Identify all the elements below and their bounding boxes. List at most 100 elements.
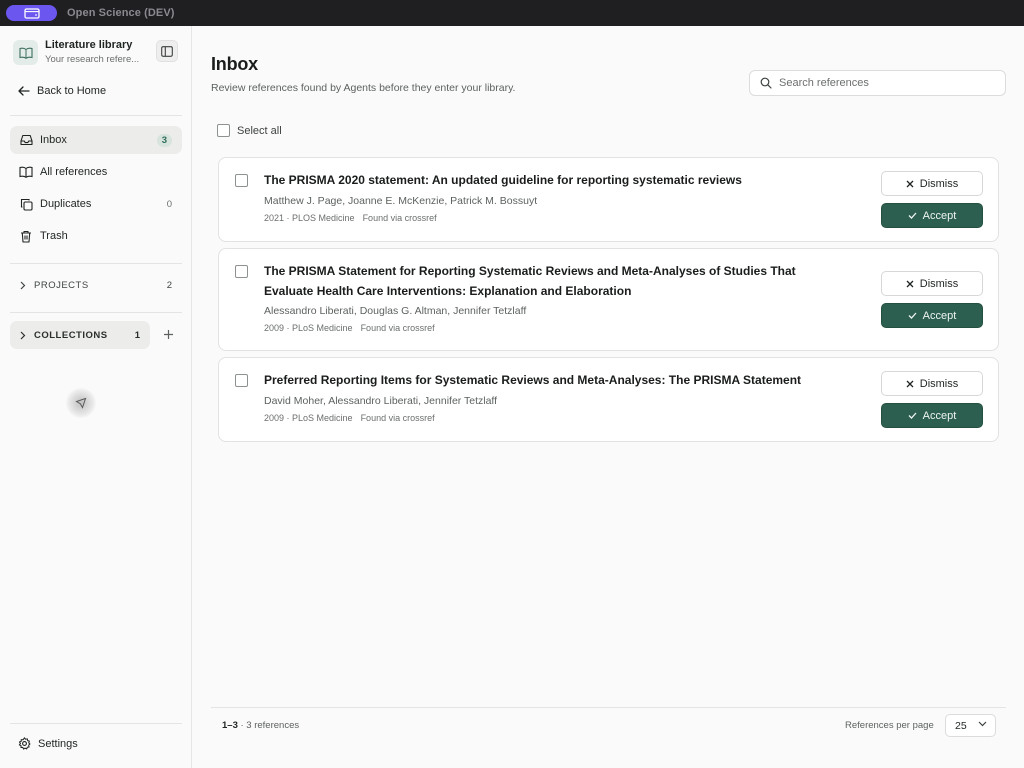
gear-icon	[18, 737, 31, 750]
window-title: Open Science (DEV)	[67, 7, 175, 19]
collections-count: 1	[134, 329, 140, 341]
inbox-icon	[19, 133, 33, 147]
divider	[10, 312, 182, 313]
search-icon	[760, 77, 772, 89]
collections-label: COLLECTIONS	[34, 329, 108, 341]
app-badge[interactable]	[6, 5, 57, 21]
checkbox[interactable]	[217, 124, 230, 137]
sidebar-item-label: Inbox	[40, 134, 67, 146]
reference-authors: Matthew J. Page, Joanne E. McKenzie, Pat…	[264, 195, 538, 207]
reference-year-journal: 2021 · PLOS Medicine	[264, 213, 355, 223]
search-input[interactable]	[779, 77, 979, 89]
reference-title[interactable]: The PRISMA 2020 statement: An updated gu…	[264, 171, 844, 191]
back-to-home-link[interactable]: Back to Home	[18, 83, 106, 99]
check-icon	[908, 412, 917, 419]
reference-card: The PRISMA 2020 statement: An updated gu…	[218, 157, 999, 242]
accept-button[interactable]: Accept	[881, 403, 983, 428]
app-window: Literature library Your research refere.…	[0, 26, 1024, 768]
projects-count: 2	[166, 279, 172, 291]
app-window-icon	[23, 7, 40, 19]
reference-year-journal: 2009 · PLoS Medicine	[264, 323, 353, 333]
reference-year-journal: 2009 · PLoS Medicine	[264, 413, 353, 423]
divider	[10, 723, 182, 724]
projects-section-toggle[interactable]: PROJECTS 2	[10, 272, 182, 298]
reference-source: Found via crossref	[360, 413, 435, 423]
sidebar-item-all-references[interactable]: All references	[10, 158, 182, 186]
trash-icon	[19, 229, 33, 243]
sidebar-toggle-icon	[161, 45, 173, 57]
select-all-checkbox[interactable]: Select all	[217, 124, 282, 137]
dismiss-button[interactable]: Dismiss	[881, 171, 983, 196]
sidebar-item-duplicates[interactable]: Duplicates 0	[10, 190, 182, 218]
duplicates-count: 0	[166, 198, 172, 210]
reference-checkbox[interactable]	[235, 265, 248, 278]
pagination-summary: 1–3 · 3 references	[222, 720, 299, 731]
collections-section-toggle[interactable]: COLLECTIONS 1	[10, 321, 150, 349]
library-subtitle: Your research refere...	[45, 54, 140, 65]
reference-title[interactable]: Preferred Reporting Items for Systematic…	[264, 371, 844, 391]
accept-label: Accept	[922, 209, 957, 222]
inbox-count-badge: 3	[156, 133, 172, 147]
reference-authors: David Moher, Alessandro Liberati, Jennif…	[264, 395, 498, 407]
reference-checkbox[interactable]	[235, 174, 248, 187]
accept-label: Accept	[922, 409, 957, 422]
plus-icon	[163, 329, 173, 339]
sidebar-item-label: Trash	[40, 230, 68, 242]
chevron-down-icon	[978, 721, 987, 727]
reference-meta: 2009 · PLoS Medicine Found via crossref	[264, 413, 435, 423]
reference-source: Found via crossref	[360, 323, 435, 333]
footer-divider	[211, 707, 1006, 708]
reference-authors: Alessandro Liberati, Douglas G. Altman, …	[264, 305, 527, 317]
pagination-total: · 3 references	[237, 720, 300, 731]
per-page-select[interactable]: 25	[945, 714, 996, 737]
close-icon	[906, 280, 914, 287]
dismiss-button[interactable]: Dismiss	[881, 271, 983, 296]
book-icon	[13, 40, 38, 65]
check-icon	[908, 312, 917, 319]
sidebar-item-label: Duplicates	[40, 198, 92, 210]
close-icon	[906, 380, 914, 387]
reference-card: The PRISMA Statement for Reporting Syste…	[218, 248, 999, 351]
search-box[interactable]	[749, 70, 1006, 96]
dismiss-label: Dismiss	[919, 377, 959, 390]
divider	[10, 115, 182, 116]
accept-button[interactable]: Accept	[881, 203, 983, 228]
chevron-right-icon	[20, 331, 26, 340]
settings-link[interactable]: Settings	[18, 737, 78, 750]
close-icon	[906, 180, 914, 187]
add-collection-button[interactable]	[160, 326, 176, 342]
select-all-label: Select all	[237, 124, 282, 137]
main-content: Inbox Review references found by Agents …	[193, 26, 1024, 768]
collapse-sidebar-button[interactable]	[156, 40, 178, 62]
copy-icon	[19, 197, 33, 211]
reference-checkbox[interactable]	[235, 374, 248, 387]
reference-title[interactable]: The PRISMA Statement for Reporting Syste…	[264, 262, 844, 301]
reference-meta: 2009 · PLoS Medicine Found via crossref	[264, 323, 435, 333]
accept-button[interactable]: Accept	[881, 303, 983, 328]
reference-source: Found via crossref	[362, 213, 437, 223]
chevron-right-icon	[20, 281, 26, 290]
settings-label: Settings	[38, 737, 78, 750]
dismiss-button[interactable]: Dismiss	[881, 371, 983, 396]
per-page-label: References per page	[845, 720, 934, 731]
sidebar: Literature library Your research refere.…	[0, 26, 192, 768]
page-title: Inbox	[211, 54, 258, 74]
sidebar-item-label: All references	[40, 166, 108, 178]
reference-meta: 2021 · PLOS Medicine Found via crossref	[264, 213, 437, 223]
pagination-range: 1–3	[222, 720, 238, 731]
sidebar-item-inbox[interactable]: Inbox 3	[10, 126, 182, 154]
mouse-cursor	[66, 388, 96, 418]
library-title: Literature library	[45, 39, 133, 51]
projects-label: PROJECTS	[34, 279, 89, 291]
arrow-left-icon	[18, 86, 30, 96]
book-open-icon	[19, 165, 33, 179]
sidebar-item-trash[interactable]: Trash	[10, 222, 182, 250]
back-to-home-label: Back to Home	[37, 85, 107, 97]
accept-label: Accept	[922, 309, 957, 322]
check-icon	[908, 212, 917, 219]
cursor-arrow-icon	[75, 397, 87, 409]
per-page-value: 25	[955, 719, 967, 732]
reference-card: Preferred Reporting Items for Systematic…	[218, 357, 999, 442]
divider	[10, 263, 182, 264]
page-subtitle: Review references found by Agents before…	[211, 82, 516, 94]
